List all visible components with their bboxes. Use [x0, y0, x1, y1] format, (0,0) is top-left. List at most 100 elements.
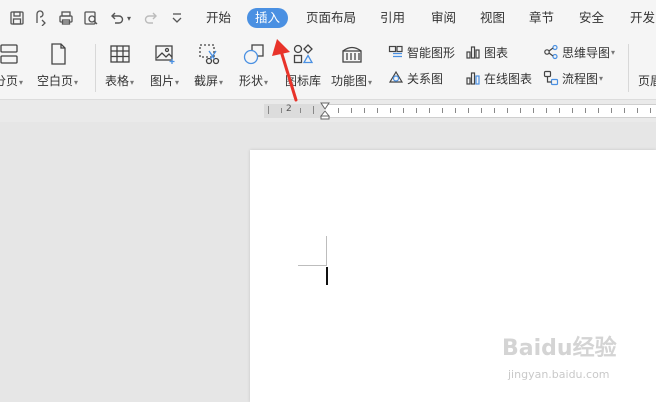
indent-marker[interactable]: [319, 102, 331, 120]
ribbon-separator: [628, 44, 629, 92]
picture-button[interactable]: 图片▾: [150, 40, 179, 89]
ruler-tick: [300, 108, 301, 113]
ruler-tick: [585, 108, 586, 113]
header-button[interactable]: 页眉: [638, 40, 656, 89]
ruler-tick: [533, 108, 534, 113]
blank-page-button[interactable]: 空白页▾: [37, 40, 78, 89]
bar-chart-icon: [466, 46, 480, 59]
relationship-diagram-label: 关系图: [407, 71, 444, 86]
chevron-down-icon: ▾: [19, 78, 24, 87]
shape-button[interactable]: 形状▾: [239, 40, 268, 89]
ruler-tick: [429, 108, 430, 113]
chevron-down-icon: ▾: [611, 47, 616, 57]
picture-icon: [153, 42, 177, 66]
chevron-down-icon: ▾: [599, 73, 604, 83]
online-chart-button[interactable]: 在线图表: [465, 68, 532, 88]
smart-graphic-icon: [388, 45, 403, 58]
ruler-tick: [637, 108, 638, 113]
function-chart-label: 功能图: [331, 74, 368, 88]
ruler-tick: [442, 108, 443, 113]
table-label: 表格: [105, 74, 130, 88]
mind-map-icon: [544, 44, 558, 60]
ruler-tick: [650, 108, 651, 113]
picture-label: 图片: [150, 74, 175, 88]
menu-bar: ▾ 开始 插入 页面布局 引用 审阅 视图 章节 安全 开发: [0, 0, 656, 36]
tab-security[interactable]: 安全: [579, 8, 604, 28]
mind-map-label: 思维导图: [562, 45, 611, 60]
blank-page-label: 空白页: [37, 74, 74, 88]
chevron-down-icon: ▾: [130, 78, 135, 87]
tab-references[interactable]: 引用: [380, 8, 405, 28]
tab-chapter[interactable]: 章节: [529, 8, 554, 28]
chevron-down-icon: ▾: [219, 78, 224, 87]
margin-corner-mark: [326, 236, 327, 266]
ruler-tick: [268, 106, 269, 114]
tab-page-layout[interactable]: 页面布局: [306, 8, 356, 28]
undo-dropdown-icon[interactable]: ▾: [124, 9, 134, 27]
ruler-tick: [598, 108, 599, 113]
print-preview-icon[interactable]: [82, 9, 100, 27]
print-icon[interactable]: [57, 9, 75, 27]
screenshot-label: 截屏: [194, 74, 219, 88]
page-break-button[interactable]: 分页▾: [0, 40, 23, 89]
horizontal-ruler[interactable]: 2: [0, 100, 656, 122]
ruler-tick: [507, 108, 508, 113]
flowchart-label: 流程图: [562, 71, 599, 86]
header-label: 页眉: [638, 74, 656, 88]
smart-graphic-button[interactable]: 智能图形: [388, 42, 455, 62]
page-break-icon: [0, 42, 21, 66]
ruler-tick: [481, 108, 482, 113]
scissors-icon: [197, 42, 221, 66]
ruler-tick: [520, 108, 521, 113]
text-cursor: [326, 267, 328, 285]
chevron-down-icon: ▾: [368, 78, 373, 87]
function-chart-icon: [340, 42, 364, 66]
redo-icon[interactable]: [142, 9, 160, 27]
screenshot-button[interactable]: 截屏▾: [194, 40, 223, 89]
relationship-diagram-icon: [388, 70, 404, 83]
tab-developer[interactable]: 开发: [630, 8, 655, 28]
table-button[interactable]: 表格▾: [105, 40, 134, 89]
watermark-brand: Baidu经验: [502, 336, 617, 361]
shape-label: 形状: [239, 74, 264, 88]
watermark-url: jingyan.baidu.com: [508, 368, 610, 381]
flowchart-button[interactable]: 流程图 ▾: [543, 68, 603, 88]
annotation-arrow-icon: [272, 39, 298, 102]
output-icon[interactable]: [32, 9, 50, 27]
ruler-margin-area: [264, 104, 324, 118]
page-break-label: 分页: [0, 74, 19, 88]
tab-view[interactable]: 视图: [480, 8, 505, 28]
blank-page-icon: [46, 42, 70, 66]
smart-graphic-label: 智能图形: [407, 45, 456, 60]
shape-icon: [242, 42, 266, 66]
mind-map-button[interactable]: 思维导图 ▾: [543, 42, 615, 62]
margin-corner-mark: [298, 265, 327, 266]
ruler-tick: [494, 108, 495, 113]
ruler-tick: [611, 108, 612, 113]
chevron-down-icon: ▾: [74, 78, 79, 87]
ribbon-separator: [95, 44, 96, 92]
flowchart-icon: [543, 70, 559, 86]
function-chart-button[interactable]: 功能图▾: [331, 40, 372, 89]
ruler-tick: [403, 108, 404, 113]
ruler-tick: [338, 108, 339, 113]
chart-label: 图表: [484, 45, 509, 60]
ruler-tick: [313, 106, 314, 114]
ribbon-insert: 分页▾ 空白页▾ 表格▾ 图片▾ 截屏▾ 形状▾ 图标库 功能图▾ 智能图形 关…: [0, 36, 656, 100]
chevron-down-icon: ▾: [175, 78, 180, 87]
save-icon[interactable]: [8, 9, 26, 27]
tab-insert[interactable]: 插入: [247, 8, 289, 28]
tab-review[interactable]: 审阅: [431, 8, 456, 28]
ruler-tick: [364, 108, 365, 113]
tab-start[interactable]: 开始: [206, 8, 231, 28]
chart-button[interactable]: 图表: [465, 42, 508, 62]
ruler-tick: [624, 108, 625, 113]
ruler-tick: [455, 108, 456, 113]
header-icon: [638, 42, 656, 66]
ruler-tick: [416, 108, 417, 113]
ruler-tick: [351, 108, 352, 113]
relationship-diagram-button[interactable]: 关系图: [388, 68, 443, 88]
customize-quick-access-icon[interactable]: [168, 9, 186, 27]
online-chart-label: 在线图表: [484, 71, 533, 86]
ruler-tick: [390, 108, 391, 113]
